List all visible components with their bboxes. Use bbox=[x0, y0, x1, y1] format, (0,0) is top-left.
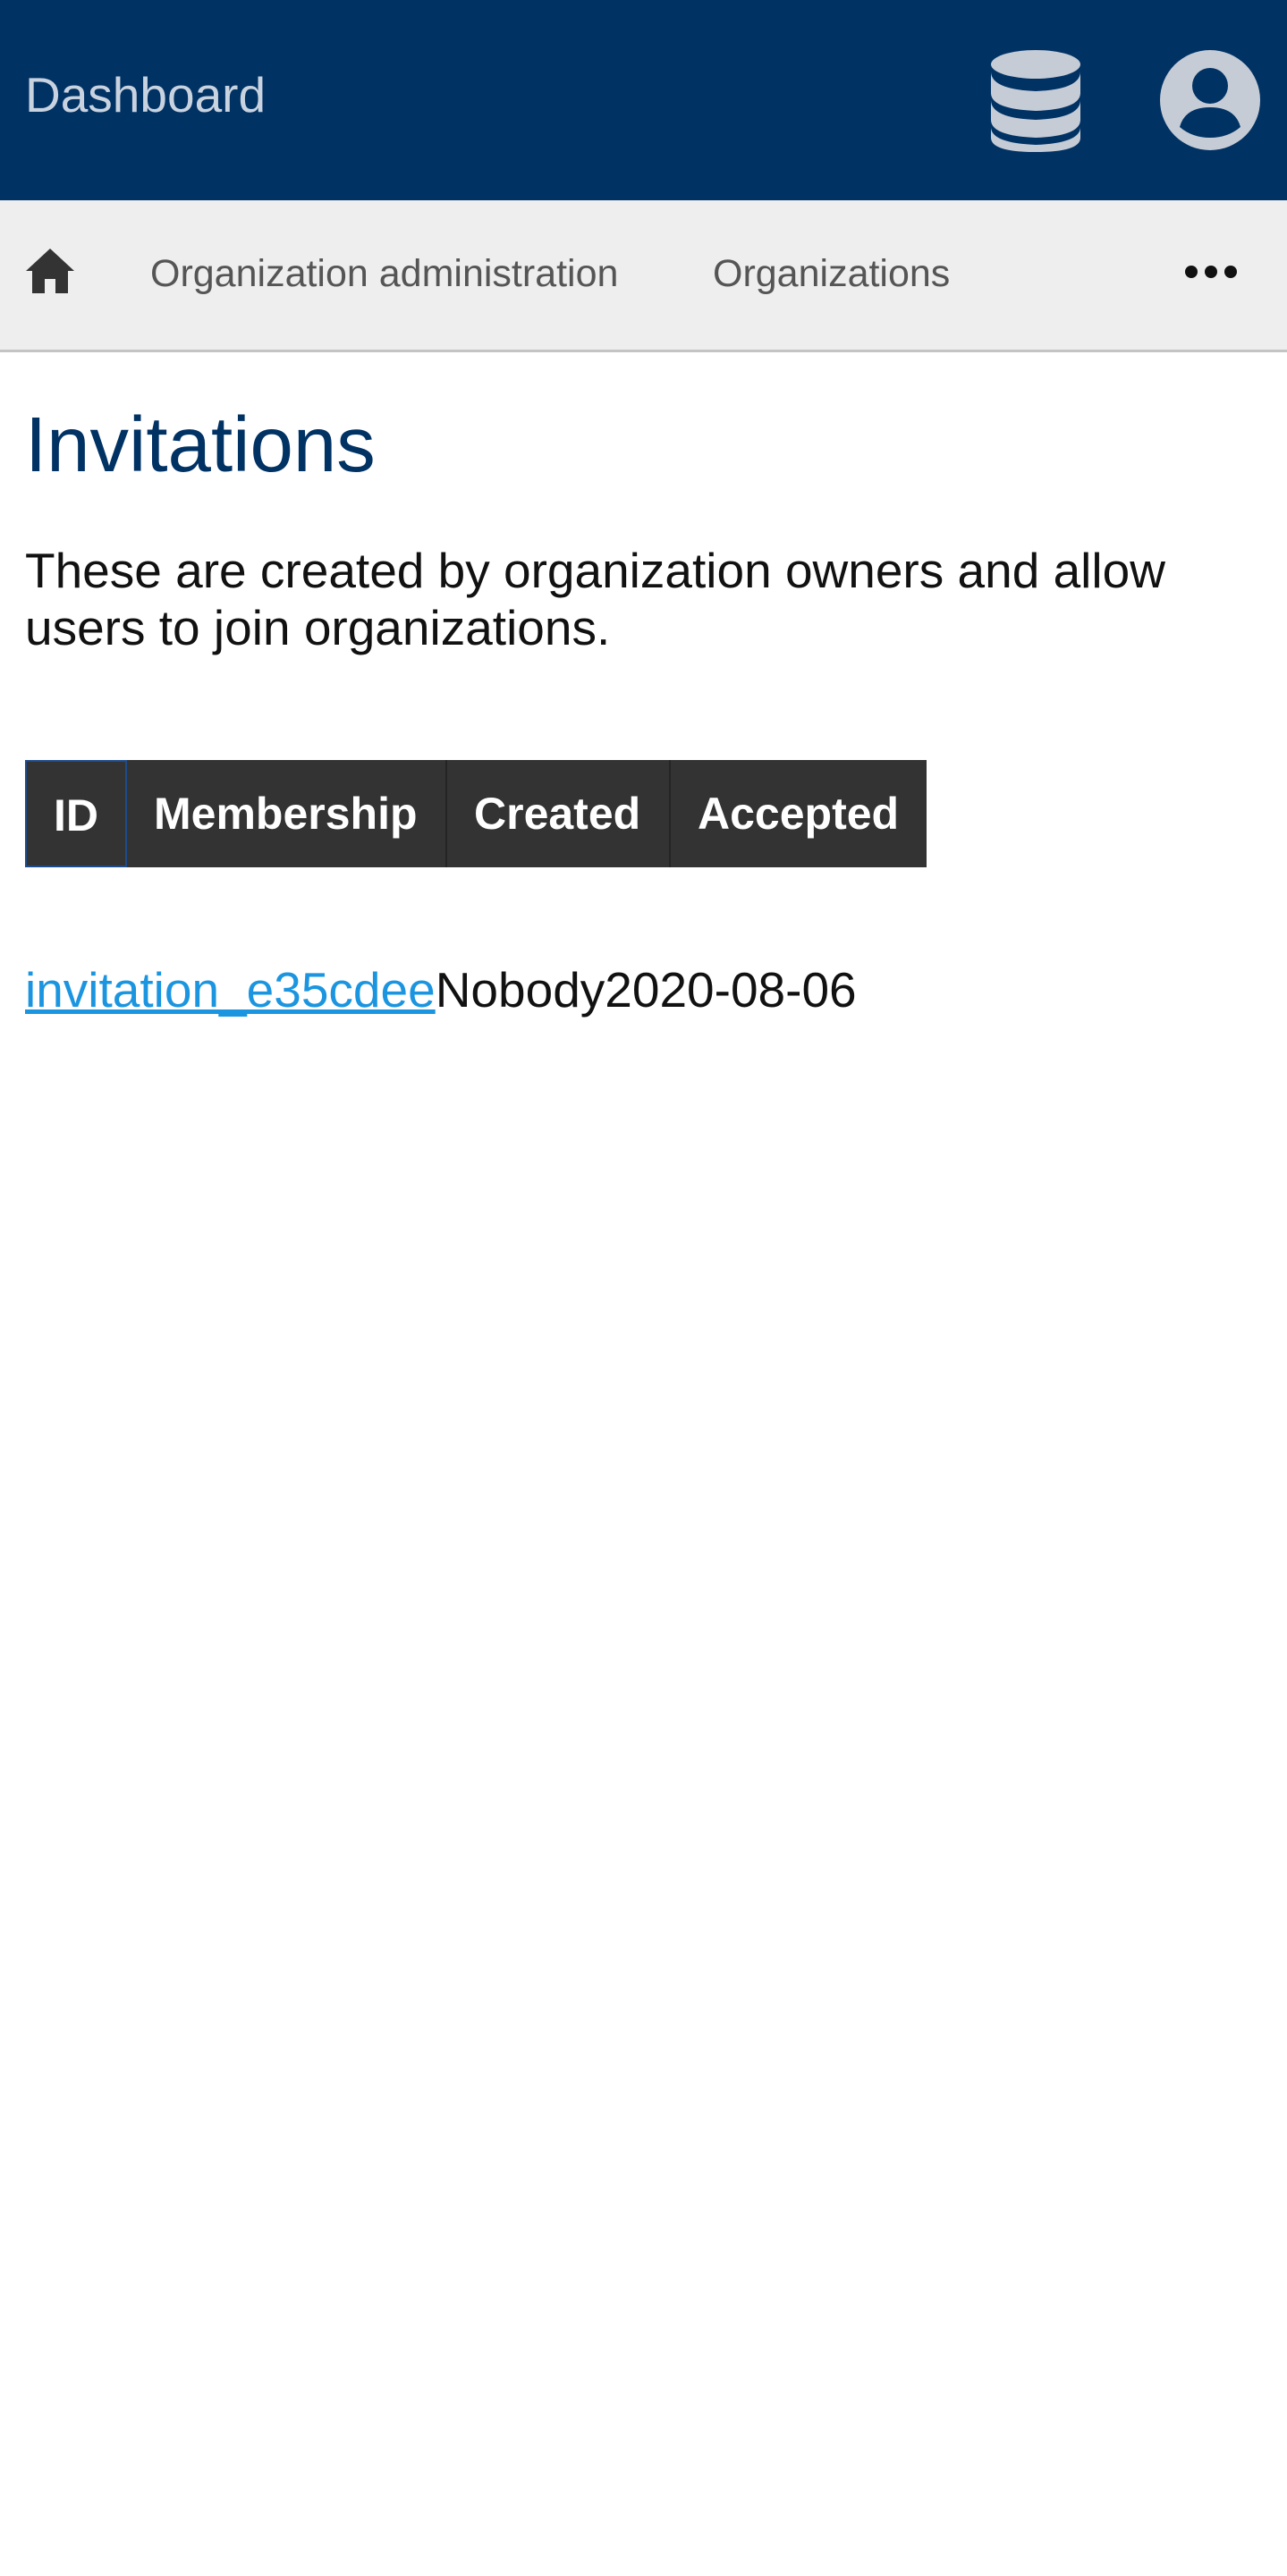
breadcrumb-item-organization-administration[interactable]: Organization administration bbox=[150, 250, 618, 297]
user-circle-icon bbox=[1160, 50, 1260, 150]
column-header-id[interactable]: ID bbox=[25, 760, 127, 867]
page-description: These are created by organization owners… bbox=[25, 543, 1165, 655]
table-row: invitation_e35cdee Nobody 2020-08-06 bbox=[25, 960, 857, 1019]
ellipsis-icon bbox=[1185, 266, 1237, 278]
dashboard-link[interactable]: Dashboard bbox=[25, 66, 266, 123]
database-icon bbox=[991, 50, 1080, 152]
membership-cell: Nobody bbox=[435, 962, 605, 1018]
column-header-accepted[interactable]: Accepted bbox=[671, 760, 927, 867]
top-app-bar: Dashboard bbox=[0, 0, 1287, 200]
home-button[interactable] bbox=[25, 247, 75, 295]
created-cell: 2020-08-06 bbox=[605, 962, 857, 1018]
more-menu-button[interactable] bbox=[1182, 254, 1240, 290]
invitation-id-link[interactable]: invitation_e35cdee bbox=[25, 960, 436, 1019]
column-header-membership[interactable]: Membership bbox=[127, 760, 447, 867]
user-menu-button[interactable] bbox=[1160, 50, 1260, 150]
page-title: Invitations bbox=[25, 401, 376, 488]
column-header-created[interactable]: Created bbox=[447, 760, 671, 867]
database-button[interactable] bbox=[989, 48, 1082, 152]
invitations-table-header: ID Membership Created Accepted bbox=[25, 760, 927, 867]
breadcrumb-item-organizations[interactable]: Organizations bbox=[713, 250, 950, 297]
home-icon bbox=[26, 249, 74, 293]
breadcrumb: Organization administration Organization… bbox=[0, 200, 1287, 352]
